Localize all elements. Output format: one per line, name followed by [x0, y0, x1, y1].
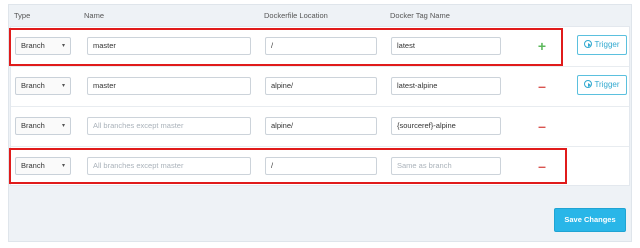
table-row: Branch ▾ All branches except master / Sa…: [11, 147, 629, 187]
remove-row-button[interactable]: –: [535, 76, 549, 96]
remove-row-button[interactable]: –: [535, 116, 549, 136]
name-input[interactable]: master: [87, 77, 251, 95]
trigger-label: Trigger: [594, 80, 620, 89]
trigger-button[interactable]: Trigger: [577, 75, 627, 95]
trigger-button[interactable]: Trigger: [577, 35, 627, 55]
docker-tag-input[interactable]: Same as branch: [391, 157, 501, 175]
header-docker-tag-name: Docker Tag Name: [390, 11, 450, 20]
caret-down-icon: ▾: [61, 83, 65, 89]
docker-tag-input[interactable]: {sourceref}-alpine: [391, 117, 501, 135]
type-select[interactable]: Branch ▾: [15, 77, 71, 95]
caret-down-icon: ▾: [61, 163, 65, 169]
header-dockerfile-location: Dockerfile Location: [264, 11, 328, 20]
caret-down-icon: ▾: [61, 123, 65, 129]
trigger-label: Trigger: [594, 40, 620, 49]
play-circle-icon: [584, 80, 593, 88]
table-row: Branch ▾ master alpine/ latest-alpine – …: [11, 67, 629, 107]
type-select[interactable]: Branch ▾: [15, 37, 71, 55]
table-header: Type Name Dockerfile Location Docker Tag…: [0, 0, 640, 26]
header-type: Type: [14, 11, 31, 20]
dockerfile-location-input[interactable]: alpine/: [265, 77, 377, 95]
add-row-button[interactable]: +: [535, 36, 549, 56]
type-select[interactable]: Branch ▾: [15, 117, 71, 135]
table-row: Branch ▾ master / latest + Trigger: [11, 27, 629, 67]
header-name: Name: [84, 11, 105, 20]
type-select-value: Branch: [21, 161, 45, 170]
table-row: Branch ▾ All branches except master alpi…: [11, 107, 629, 147]
type-select-value: Branch: [21, 41, 45, 50]
build-rules-table: Branch ▾ master / latest + Trigger Branc…: [10, 26, 630, 186]
name-input[interactable]: All branches except master: [87, 157, 251, 175]
docker-tag-input[interactable]: latest: [391, 37, 501, 55]
name-input[interactable]: All branches except master: [87, 117, 251, 135]
remove-row-button[interactable]: –: [535, 156, 549, 176]
caret-down-icon: ▾: [61, 43, 65, 49]
docker-tag-input[interactable]: latest-alpine: [391, 77, 501, 95]
play-circle-icon: [584, 40, 593, 48]
dockerfile-location-input[interactable]: /: [265, 157, 377, 175]
type-select[interactable]: Branch ▾: [15, 157, 71, 175]
type-select-value: Branch: [21, 81, 45, 90]
name-input[interactable]: master: [87, 37, 251, 55]
type-select-value: Branch: [21, 121, 45, 130]
dockerfile-location-input[interactable]: /: [265, 37, 377, 55]
dockerfile-location-input[interactable]: alpine/: [265, 117, 377, 135]
save-changes-button[interactable]: Save Changes: [554, 208, 626, 232]
